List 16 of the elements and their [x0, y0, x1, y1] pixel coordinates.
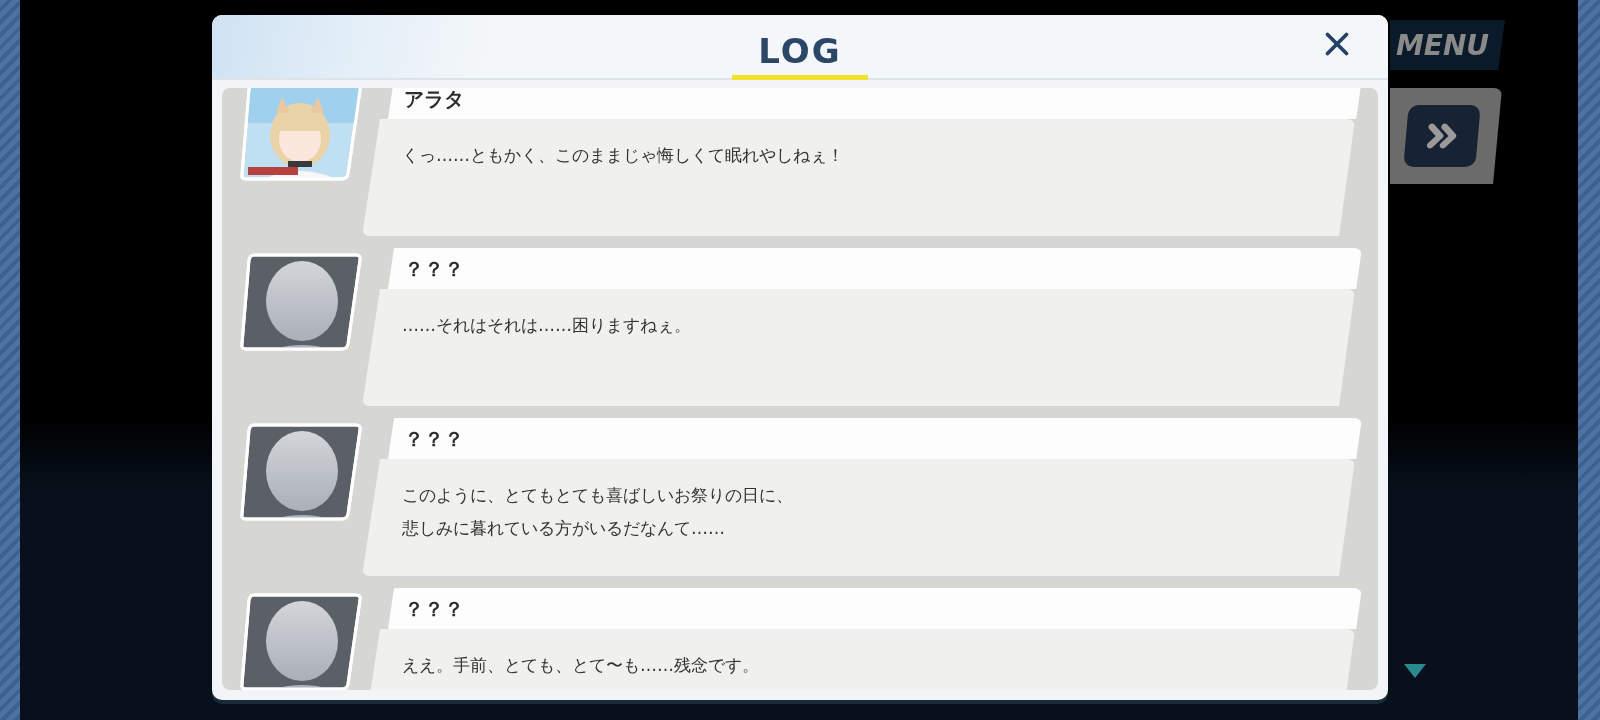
speaker-name: アラタ — [388, 88, 1362, 119]
person-silhouette-icon — [240, 423, 362, 521]
message-line: このように、とてもとても喜ばしいお祭りの日に、 — [402, 484, 793, 507]
menu-button[interactable]: MENU — [1390, 20, 1505, 70]
message-line: ……それはそれは……困りますねぇ。 — [402, 314, 691, 337]
speaker-name: ？？？ — [388, 588, 1362, 629]
speaker-name: ？？？ — [388, 248, 1362, 289]
dialog-title: LOG — [732, 31, 868, 80]
fast-forward-button[interactable] — [1403, 105, 1481, 167]
message-line: 悲しみに暮れている方がいるだなんて…… — [402, 517, 725, 540]
person-silhouette-icon — [240, 253, 362, 351]
speaker-name: ？？？ — [388, 418, 1362, 459]
down-triangle-icon — [1404, 664, 1426, 678]
message-line: ええ。手前、とても、とて〜も……残念です。 — [402, 654, 759, 677]
message-line: くっ……ともかく、このままじゃ悔しくて眠れやしねぇ！ — [402, 144, 844, 167]
person-silhouette-icon — [240, 593, 362, 690]
